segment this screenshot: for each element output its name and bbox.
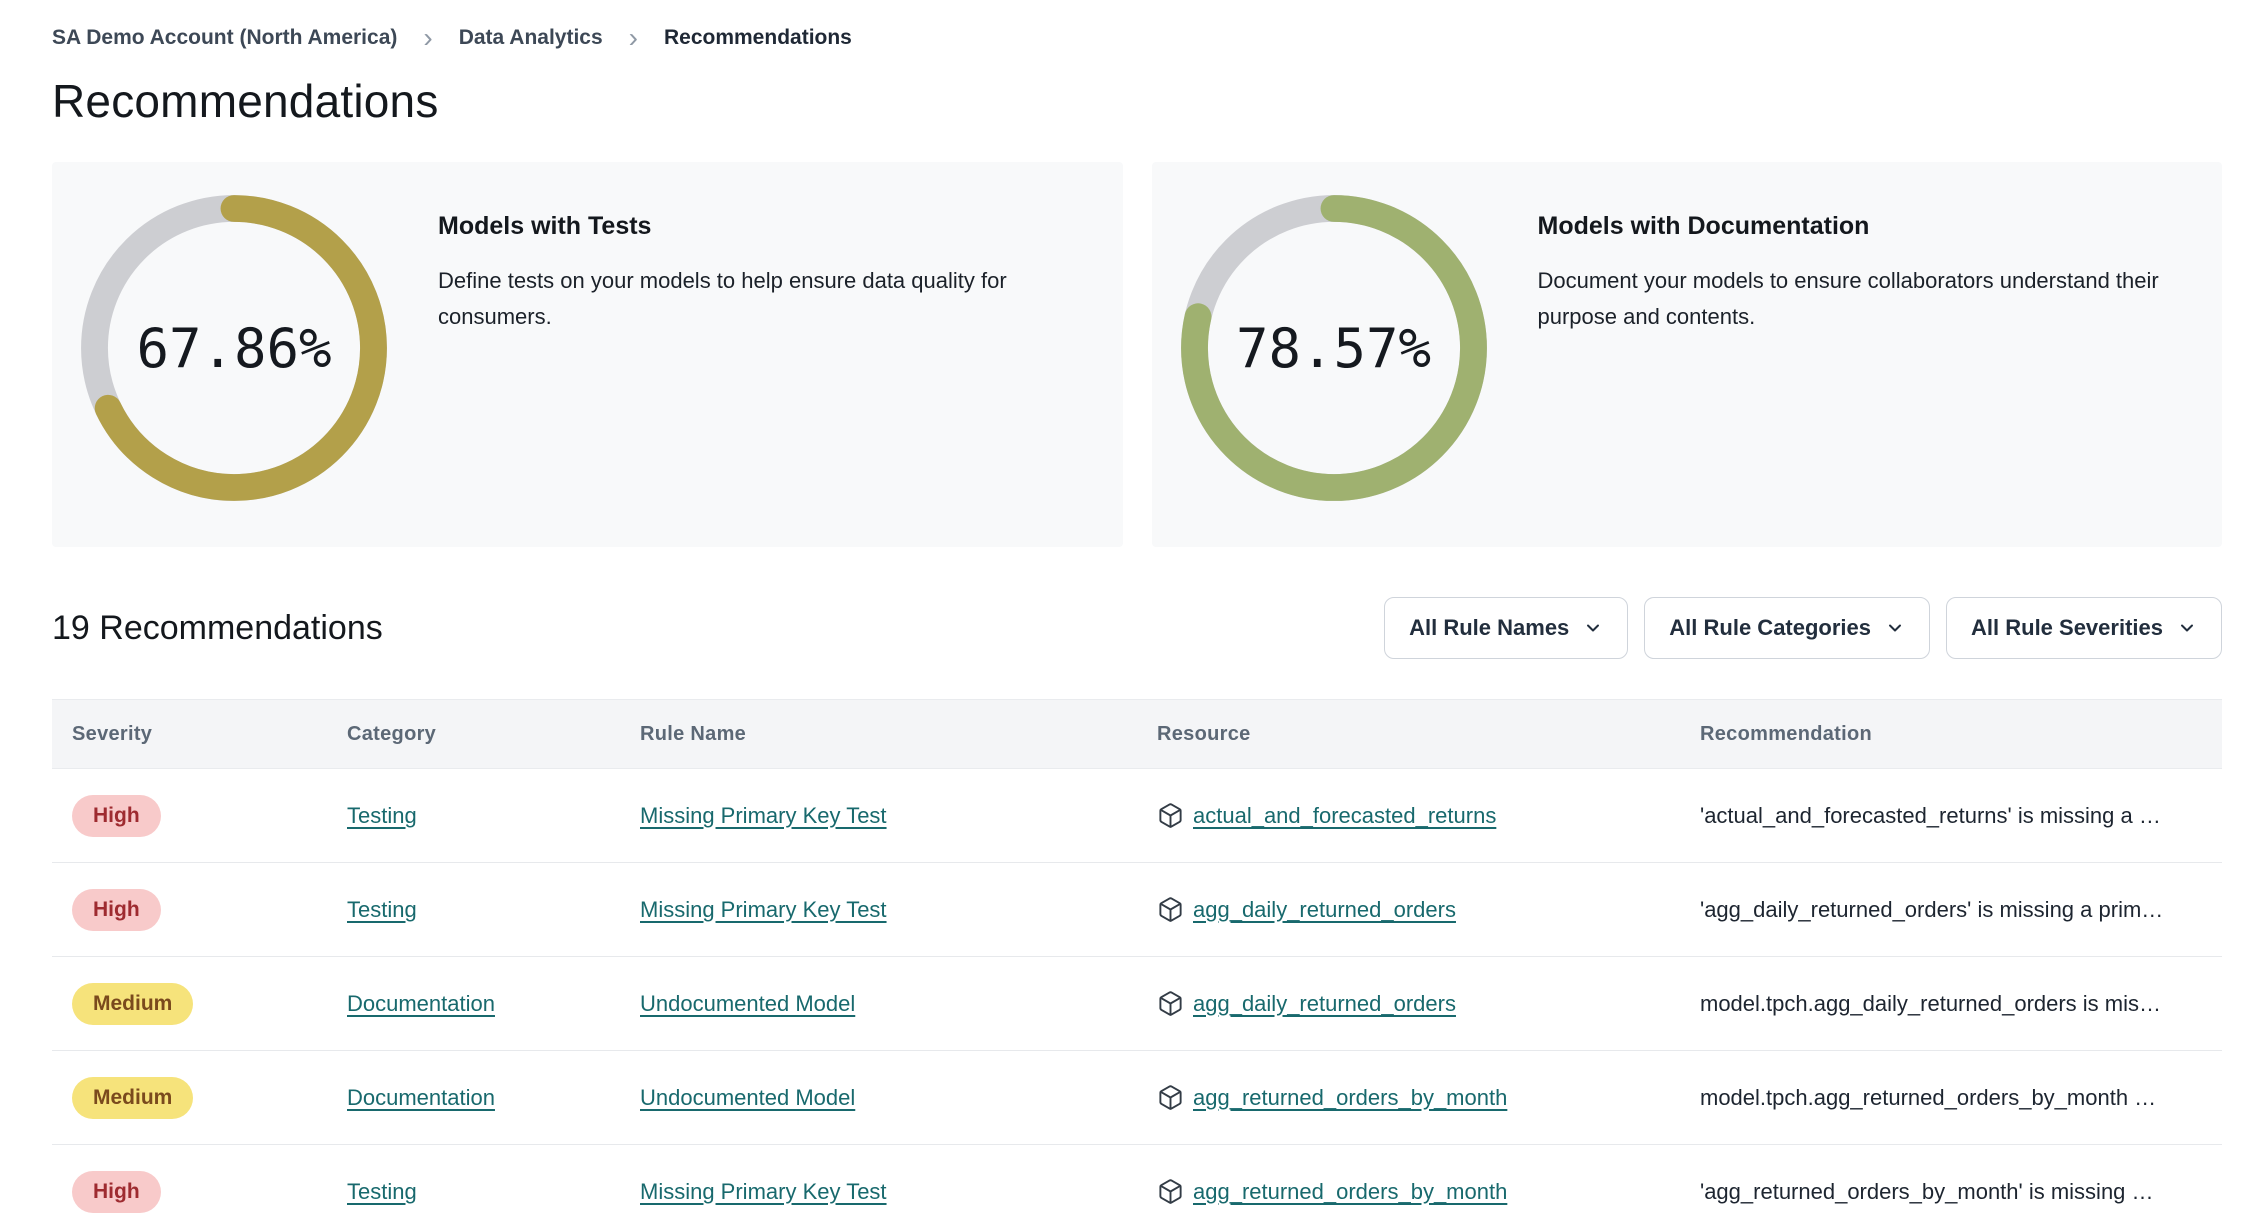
recommendations-table: Severity Category Rule Name Resource Rec… <box>52 699 2222 1220</box>
recommendation-text: model.tpch.agg_returned_orders_by_month … <box>1700 1084 2157 1110</box>
tests-card-title: Models with Tests <box>438 212 652 240</box>
breadcrumb-item-current: Recommendations <box>663 26 852 49</box>
rule-name-link[interactable]: Missing Primary Key Test <box>640 897 887 922</box>
cube-icon <box>1159 1179 1182 1204</box>
recommendation-text: model.tpch.agg_daily_returned_orders is … <box>1700 990 2162 1016</box>
category-link[interactable]: Testing <box>347 803 417 828</box>
table-row: Medium Documentation Undocumented Model … <box>52 957 2222 1051</box>
cube-icon <box>1159 1085 1182 1110</box>
models-with-docs-card: 78.57% Models with Documentation Documen… <box>1151 162 2222 547</box>
severity-badge: High <box>72 888 161 931</box>
rule-severities-filter-dropdown[interactable]: All Rule Severities <box>1946 597 2222 659</box>
rule-severities-filter-label: All Rule Severities <box>1971 615 2163 640</box>
filter-bar: All Rule Names All Rule Categories All R… <box>1384 597 2222 659</box>
resource-link[interactable]: actual_and_forecasted_returns <box>1193 803 1496 829</box>
rule-name-link[interactable]: Missing Primary Key Test <box>640 1179 887 1204</box>
resource-link[interactable]: agg_returned_orders_by_month <box>1193 1085 1507 1111</box>
cube-icon <box>1159 991 1182 1016</box>
score-cards: 67.86% Models with Tests Define tests on… <box>52 162 2222 547</box>
resource-link[interactable]: agg_daily_returned_orders <box>1193 991 1456 1017</box>
resource-link[interactable]: agg_daily_returned_orders <box>1193 897 1456 923</box>
chevron-down-icon <box>1587 624 1600 632</box>
docs-donut-chart: 78.57% <box>1179 193 1489 503</box>
category-link[interactable]: Documentation <box>347 1085 495 1110</box>
recommendation-text: 'agg_daily_returned_orders' is missing a… <box>1700 896 2164 922</box>
severity-badge: High <box>72 794 161 837</box>
tests-card-description: Define tests on your models to help ensu… <box>438 268 1007 329</box>
column-header-category: Category <box>347 722 437 745</box>
docs-card-description: Document your models to ensure collabora… <box>1537 268 2159 329</box>
recommendations-list-header: 19 Recommendations All Rule Names All Ru… <box>52 597 2222 659</box>
cube-icon <box>1159 897 1182 922</box>
tests-donut-chart: 67.86% <box>79 193 389 503</box>
table-row: Medium Documentation Undocumented Model … <box>52 1051 2222 1145</box>
rule-name-link[interactable]: Missing Primary Key Test <box>640 803 887 828</box>
recommendation-text: 'agg_returned_orders_by_month' is missin… <box>1700 1178 2154 1204</box>
breadcrumb-separator-icon: › <box>628 22 638 53</box>
column-header-severity: Severity <box>72 722 153 745</box>
chevron-down-icon <box>1889 624 1902 632</box>
page-title: Recommendations <box>52 75 439 127</box>
rule-name-link[interactable]: Undocumented Model <box>640 991 855 1016</box>
rule-names-filter-dropdown[interactable]: All Rule Names <box>1384 597 1629 659</box>
column-header-recommendation: Recommendation <box>1700 722 1873 745</box>
breadcrumb-separator-icon: › <box>423 22 433 53</box>
breadcrumb-item-account[interactable]: SA Demo Account (North America) <box>52 26 397 50</box>
rule-name-link[interactable]: Undocumented Model <box>640 1085 855 1110</box>
category-link[interactable]: Testing <box>347 897 417 922</box>
table-row: High Testing Missing Primary Key Test ac… <box>52 769 2222 863</box>
resource-link[interactable]: agg_returned_orders_by_month <box>1193 1179 1507 1205</box>
rule-categories-filter-label: All Rule Categories <box>1669 615 1872 640</box>
cube-icon <box>1159 803 1182 828</box>
models-with-tests-card: 67.86% Models with Tests Define tests on… <box>52 162 1123 547</box>
table-row: High Testing Missing Primary Key Test ag… <box>52 1145 2222 1220</box>
breadcrumb-item-environment[interactable]: Data Analytics <box>459 26 603 50</box>
table-row: High Testing Missing Primary Key Test ag… <box>52 863 2222 957</box>
chevron-down-icon <box>2181 624 2193 632</box>
docs-percent-value: 78.57% <box>1235 316 1432 380</box>
recommendation-text: 'actual_and_forecasted_returns' is missi… <box>1700 802 2161 828</box>
rule-categories-filter-dropdown[interactable]: All Rule Categories <box>1644 597 1931 659</box>
table-header-row: Severity Category Rule Name Resource Rec… <box>52 699 2222 769</box>
severity-badge: High <box>72 1170 161 1213</box>
breadcrumb: SA Demo Account (North America) › Data A… <box>52 24 2222 52</box>
recommendations-count: 19 Recommendations <box>52 608 383 647</box>
column-header-resource: Resource <box>1157 722 1251 745</box>
rule-names-filter-label: All Rule Names <box>1409 615 1570 640</box>
severity-badge: Medium <box>72 1076 194 1119</box>
severity-badge: Medium <box>72 982 194 1025</box>
tests-percent-value: 67.86% <box>136 316 332 380</box>
category-link[interactable]: Testing <box>347 1179 417 1204</box>
docs-card-title: Models with Documentation <box>1537 212 1870 240</box>
column-header-rule-name: Rule Name <box>640 722 747 745</box>
category-link[interactable]: Documentation <box>347 991 495 1016</box>
